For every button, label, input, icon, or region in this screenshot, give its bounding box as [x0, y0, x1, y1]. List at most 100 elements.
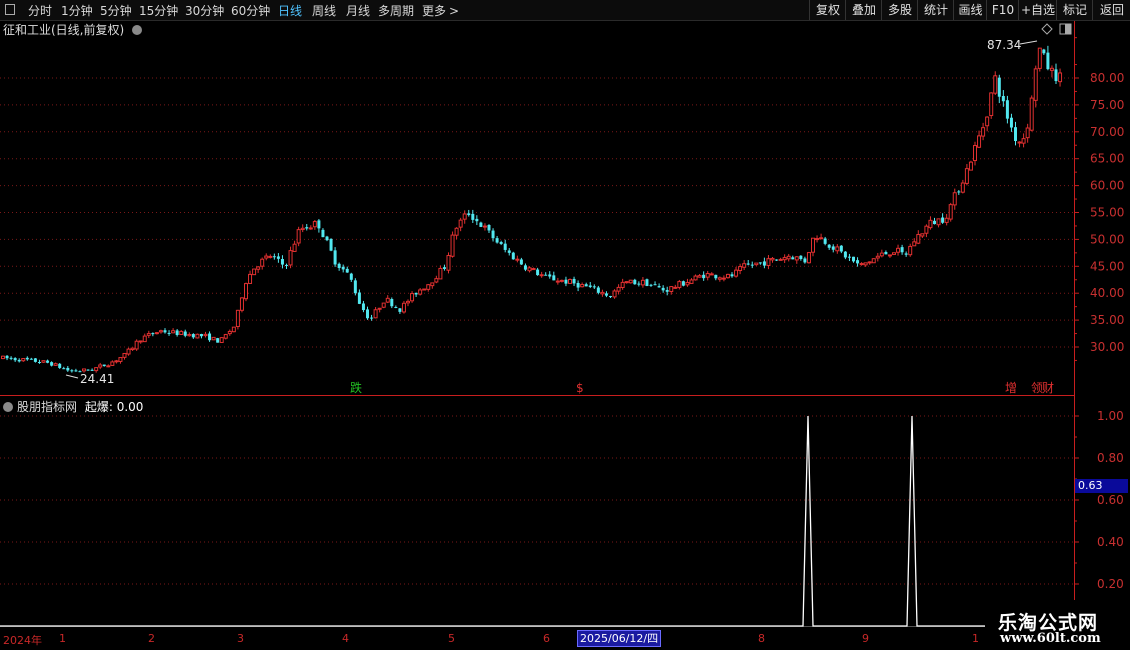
candle-body-up	[819, 237, 824, 240]
month-label: 5	[448, 632, 455, 645]
candle-body-up	[896, 247, 901, 253]
candle-body-down	[50, 362, 54, 366]
candle-body-down	[633, 279, 637, 285]
candle-body-up	[669, 286, 674, 293]
indicator-name: 股朋指标网	[17, 400, 78, 414]
candle-body-up	[770, 257, 775, 261]
candle-body-up	[308, 227, 313, 230]
candle-body-down	[997, 77, 1001, 97]
candle-body-up	[1037, 47, 1042, 69]
candle-body-up	[1, 355, 5, 360]
candle-body-up	[786, 255, 791, 260]
candle-body-up	[977, 135, 982, 148]
candle-body-up	[426, 284, 431, 290]
indicator-axis-label: 0.20	[1097, 577, 1124, 591]
candle-body-up	[677, 281, 682, 288]
candle-body-down	[167, 332, 171, 334]
candle-body-down	[199, 334, 203, 337]
indicator-line	[0, 415, 1074, 627]
price-axis-label: 40.00	[1090, 286, 1124, 300]
candle-body-up	[171, 330, 176, 334]
chevron-down-icon[interactable]	[3, 402, 13, 412]
candle-body-down	[661, 287, 665, 291]
candle-body-up	[600, 291, 605, 295]
candle-body-down	[831, 246, 835, 250]
candle-body-down	[361, 303, 365, 311]
candle-body-down	[74, 370, 78, 372]
candle-body-down	[62, 368, 66, 370]
candle-body-down	[1009, 117, 1013, 128]
price-axis-label: 70.00	[1090, 125, 1124, 139]
candle-body-up	[268, 255, 273, 258]
price-axis-label: 45.00	[1090, 259, 1124, 273]
watermark-url: www.60lt.com	[1000, 631, 1101, 646]
candle-body-up	[53, 363, 58, 366]
candle-body-up	[616, 286, 621, 292]
candle-body-up	[778, 258, 783, 261]
candle-body-down	[191, 334, 195, 338]
candle-body-up	[98, 364, 103, 368]
candle-body-down	[1005, 100, 1009, 119]
candle-body-up	[179, 330, 184, 335]
candle-body-up	[887, 254, 892, 257]
candle-body-down	[499, 241, 503, 244]
candle-body-up	[235, 309, 240, 328]
candle-body-down	[370, 317, 374, 319]
candle-body-up	[515, 258, 520, 261]
candle-body-up	[401, 302, 406, 313]
candle-body-up	[908, 245, 913, 256]
candle-body-down	[645, 279, 649, 286]
candle-body-down	[1014, 127, 1017, 142]
candle-body-up	[410, 293, 415, 302]
candle-body-up	[239, 297, 244, 311]
candle-body-up	[94, 367, 99, 372]
candle-body-up	[122, 352, 127, 358]
candle-body-up	[158, 330, 163, 333]
candle-body-down	[325, 236, 329, 241]
candlestick-series	[1, 45, 1063, 373]
candle-body-down	[839, 245, 843, 252]
candle-body-up	[875, 255, 880, 259]
panel-icons	[1041, 23, 1072, 35]
candle-body-up	[892, 252, 896, 255]
candle-body-up	[203, 333, 208, 337]
candle-body-up	[146, 333, 151, 336]
candle-body-down	[491, 230, 495, 239]
candle-body-down	[730, 274, 734, 277]
candle-body-down	[544, 274, 548, 276]
candle-body-down	[305, 227, 309, 229]
candle-body-down	[394, 307, 398, 309]
price-axis: 80.00 75.00 70.00 65.00 60.00 55.00 50.00 45.00…	[1074, 37, 1124, 361]
candle-body-down	[702, 274, 706, 279]
candle-body-up	[21, 358, 26, 362]
candle-body-down	[507, 250, 511, 253]
candle-body-up	[944, 217, 949, 223]
candle-body-down	[856, 260, 860, 264]
candle-body-up	[859, 263, 864, 266]
event-marker: 跌	[350, 380, 362, 395]
candle-body-down	[596, 287, 600, 293]
candle-body-up	[725, 273, 730, 279]
candle-body-up	[794, 256, 799, 261]
indicator-axis-label: 0.40	[1097, 535, 1124, 549]
candle-body-down	[572, 278, 576, 284]
candle-body-down	[681, 281, 685, 286]
candle-body-down	[183, 331, 187, 336]
candle-body-up	[835, 246, 840, 252]
candle-body-up	[126, 348, 131, 355]
candle-body-down	[151, 333, 155, 335]
candle-body-down	[823, 238, 827, 244]
time-axis	[0, 630, 1130, 650]
candle-body-up	[211, 336, 216, 341]
candle-body-up	[863, 262, 868, 266]
candle-body-down	[13, 358, 17, 361]
candle-body-up	[377, 307, 382, 310]
candle-body-down	[657, 286, 661, 288]
candle-body-down	[9, 357, 13, 359]
candle-body-down	[353, 280, 357, 294]
candle-body-down	[317, 220, 321, 229]
candle-body-down	[564, 279, 568, 284]
candle-body-up	[811, 237, 815, 253]
candle-body-down	[398, 308, 402, 312]
candle-body-down	[791, 257, 795, 260]
